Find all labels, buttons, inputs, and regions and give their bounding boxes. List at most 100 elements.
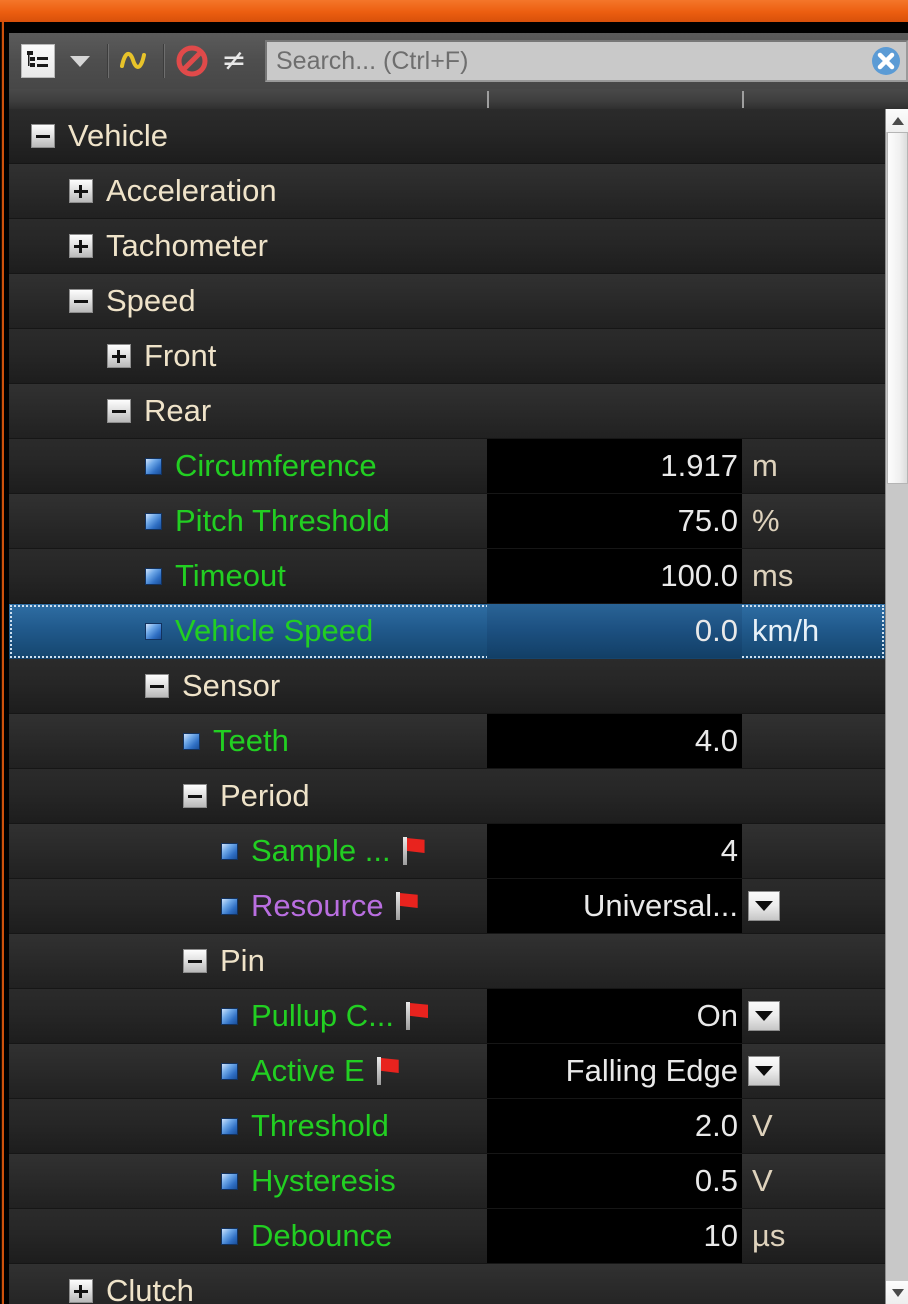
dropdown-button[interactable]: [748, 891, 780, 921]
tree-row-value-cell[interactable]: Universal...: [487, 879, 742, 933]
tree-row-label-cell[interactable]: Front: [9, 329, 487, 383]
scroll-thumb[interactable]: [887, 132, 908, 484]
column-divider-value[interactable]: [487, 91, 489, 108]
red-flag-icon: [402, 837, 425, 865]
tree-row[interactable]: Teeth 4.0: [9, 714, 885, 769]
tree-row[interactable]: Sensor: [9, 659, 885, 714]
tree-row-value-cell[interactable]: On: [487, 989, 742, 1043]
expand-icon[interactable]: [69, 234, 93, 258]
waveform-toggle-button[interactable]: [115, 41, 157, 81]
tree-row-value-cell[interactable]: 10: [487, 1209, 742, 1263]
dropdown-button[interactable]: [748, 1001, 780, 1031]
tree-row-value: Falling Edge: [565, 1053, 738, 1088]
tree-view-dropdown-button[interactable]: [59, 41, 101, 81]
tree-row-value-cell: [487, 109, 742, 163]
tree-row-label-cell[interactable]: Tachometer: [9, 219, 487, 273]
tree-row[interactable]: Hysteresis 0.5 V: [9, 1154, 885, 1209]
tree-row-label-cell[interactable]: Sample ...: [9, 824, 487, 878]
tree-row-label-cell[interactable]: Active E: [9, 1044, 487, 1098]
tree-row[interactable]: Debounce 10 µs: [9, 1209, 885, 1264]
tree-row-label-cell[interactable]: Threshold: [9, 1099, 487, 1153]
tree-row-label-cell[interactable]: Speed: [9, 274, 487, 328]
tree-row[interactable]: Acceleration: [9, 164, 885, 219]
tree-row[interactable]: Vehicle Speed 0.0 km/h: [9, 604, 885, 659]
tree-row-unit-cell: ms: [742, 549, 885, 603]
tree-row-unit: µs: [752, 1218, 786, 1253]
tree-row-value-cell: [487, 934, 742, 988]
tree-row-value-cell: [487, 329, 742, 383]
tree-row-label-cell[interactable]: Acceleration: [9, 164, 487, 218]
collapse-icon[interactable]: [145, 674, 169, 698]
tree-row[interactable]: Active E Falling Edge: [9, 1044, 885, 1099]
tree-row[interactable]: Threshold 2.0 V: [9, 1099, 885, 1154]
tree-row-value-cell[interactable]: 0.5: [487, 1154, 742, 1208]
tree-row[interactable]: Timeout 100.0 ms: [9, 549, 885, 604]
scroll-down-button[interactable]: [886, 1281, 908, 1304]
dropdown-button[interactable]: [748, 1056, 780, 1086]
tree-row-label-cell[interactable]: Pitch Threshold: [9, 494, 487, 548]
expand-icon[interactable]: [69, 179, 93, 203]
search-field[interactable]: [265, 40, 908, 82]
tree-row-value-cell[interactable]: 75.0: [487, 494, 742, 548]
tree-row[interactable]: Speed: [9, 274, 885, 329]
tree-row-unit-cell: [742, 164, 885, 218]
tree-row-label-cell[interactable]: Clutch: [9, 1264, 487, 1304]
collapse-icon[interactable]: [107, 399, 131, 423]
block-toggle-button[interactable]: [171, 41, 213, 81]
tree-row-unit-cell: [742, 329, 885, 383]
tree-row[interactable]: Front: [9, 329, 885, 384]
tree-row-label-cell[interactable]: Period: [9, 769, 487, 823]
collapse-icon[interactable]: [69, 289, 93, 313]
tree-row-label-cell[interactable]: Pin: [9, 934, 487, 988]
tree-row-label: Sensor: [182, 668, 281, 703]
tree-row-label-cell[interactable]: Sensor: [9, 659, 487, 713]
scroll-up-button[interactable]: [886, 109, 908, 132]
parameter-tree[interactable]: Vehicle Acceleration Tachometer Speed Front R…: [9, 109, 908, 1304]
tree-row-label-cell[interactable]: Vehicle Speed: [9, 604, 487, 658]
tree-row[interactable]: Pin: [9, 934, 885, 989]
tree-row[interactable]: Pitch Threshold 75.0%: [9, 494, 885, 549]
tree-row[interactable]: Clutch: [9, 1264, 885, 1304]
tree-row-unit-cell: V: [742, 1154, 885, 1208]
tree-row[interactable]: Pullup C... On: [9, 989, 885, 1044]
parameter-marker-icon: [145, 567, 162, 585]
tree-row-label-cell[interactable]: Circumference: [9, 439, 487, 493]
vertical-scrollbar[interactable]: [885, 109, 908, 1304]
collapse-icon[interactable]: [31, 124, 55, 148]
tree-row-value-cell[interactable]: 4.0: [487, 714, 742, 768]
tree-row[interactable]: Vehicle: [9, 109, 885, 164]
tree-row[interactable]: Resource Universal...: [9, 879, 885, 934]
collapse-icon[interactable]: [183, 784, 207, 808]
tree-row[interactable]: Sample ... 4: [9, 824, 885, 879]
expand-icon[interactable]: [69, 1279, 93, 1303]
clear-search-button[interactable]: [866, 42, 906, 80]
tree-row-value-cell: [487, 1264, 742, 1304]
tree-row[interactable]: Rear: [9, 384, 885, 439]
tree-row-label-cell[interactable]: Rear: [9, 384, 487, 438]
tree-row[interactable]: Tachometer: [9, 219, 885, 274]
collapse-icon[interactable]: [183, 949, 207, 973]
expand-icon[interactable]: [107, 344, 131, 368]
tree-row-label: Vehicle: [68, 118, 168, 153]
tree-row-label-cell[interactable]: Hysteresis: [9, 1154, 487, 1208]
tree-row-value-cell[interactable]: 4: [487, 824, 742, 878]
column-header[interactable]: [9, 89, 908, 109]
search-input[interactable]: [267, 42, 866, 80]
tree-row-value: 1.917: [660, 448, 738, 483]
tree-row[interactable]: Circumference 1.917 m: [9, 439, 885, 494]
tree-view-mode-button[interactable]: [17, 41, 59, 81]
tree-row-label-cell[interactable]: Teeth: [9, 714, 487, 768]
tree-row-value-cell[interactable]: 0.0: [487, 604, 742, 658]
tree-row-value-cell[interactable]: 1.917: [487, 439, 742, 493]
tree-row[interactable]: Period: [9, 769, 885, 824]
tree-row-label-cell[interactable]: Timeout: [9, 549, 487, 603]
not-equal-filter-button[interactable]: ≠: [213, 41, 255, 81]
tree-row-label-cell[interactable]: Debounce: [9, 1209, 487, 1263]
tree-row-label-cell[interactable]: Vehicle: [9, 109, 487, 163]
tree-row-value-cell[interactable]: Falling Edge: [487, 1044, 742, 1098]
tree-row-value-cell[interactable]: 2.0: [487, 1099, 742, 1153]
tree-row-label-cell[interactable]: Pullup C...: [9, 989, 487, 1043]
column-divider-unit[interactable]: [742, 91, 744, 108]
tree-row-label-cell[interactable]: Resource: [9, 879, 487, 933]
tree-row-value-cell[interactable]: 100.0: [487, 549, 742, 603]
